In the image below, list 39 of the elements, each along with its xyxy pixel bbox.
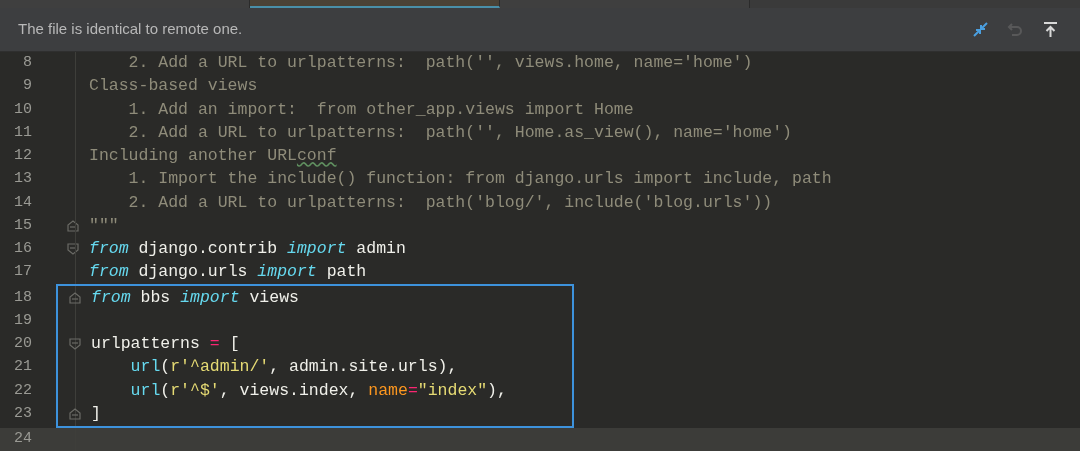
- line-number: 24: [14, 429, 32, 450]
- code-line: 2. Add a URL to urlpatterns: path('', views.home, name='home'): [127, 52, 754, 75]
- line-number: 10: [14, 99, 32, 120]
- line-number: 19: [14, 310, 32, 331]
- fold-icon[interactable]: [66, 243, 79, 256]
- line-number: 11: [14, 122, 32, 143]
- line-number: 18: [14, 287, 32, 308]
- line-number: 15: [14, 215, 32, 236]
- code-line: urlpatterns = [: [58, 332, 572, 356]
- code-line: 1. Import the include() function: from django.urls import include, path: [127, 168, 833, 191]
- line-number: 16: [14, 239, 32, 260]
- line-number: 22: [14, 380, 32, 401]
- code-line: """: [56, 214, 1080, 238]
- code-line: from django.contrib import admin: [56, 237, 1080, 261]
- line-number: 17: [14, 262, 32, 283]
- line-number: 13: [14, 169, 32, 190]
- code-line: url(r'^admin/', admin.site.urls),: [129, 356, 459, 379]
- code-line: from bbs import views: [58, 286, 572, 310]
- line-number: 23: [14, 403, 32, 424]
- fold-icon[interactable]: [68, 338, 81, 351]
- code-line: 2. Add a URL to urlpatterns: path('', Home.as_view(), name='home'): [127, 121, 793, 144]
- fold-icon[interactable]: [68, 291, 81, 304]
- code-line: 1. Add an import: from other_app.views import Home: [127, 98, 635, 121]
- editor-tab[interactable]: [250, 0, 500, 8]
- code-line: Including another URLconf: [88, 145, 338, 168]
- code-line: ]: [58, 402, 572, 426]
- code-line: from django.urls import path: [88, 261, 368, 284]
- line-number: 21: [14, 357, 32, 378]
- notification-message: The file is identical to remote one.: [18, 18, 243, 39]
- fold-icon[interactable]: [68, 408, 81, 421]
- code-line: Class-based views: [88, 75, 259, 98]
- fold-icon[interactable]: [66, 220, 79, 233]
- code-line: url(r'^$', views.index, name="index"),: [129, 379, 508, 402]
- code-line: 2. Add a URL to urlpatterns: path('blog/', include('blog.urls')): [127, 191, 774, 214]
- line-number: 8: [23, 53, 32, 74]
- line-number: 14: [14, 192, 32, 213]
- line-number: 9: [23, 76, 32, 97]
- line-number: 12: [14, 146, 32, 167]
- line-number: 20: [14, 334, 32, 355]
